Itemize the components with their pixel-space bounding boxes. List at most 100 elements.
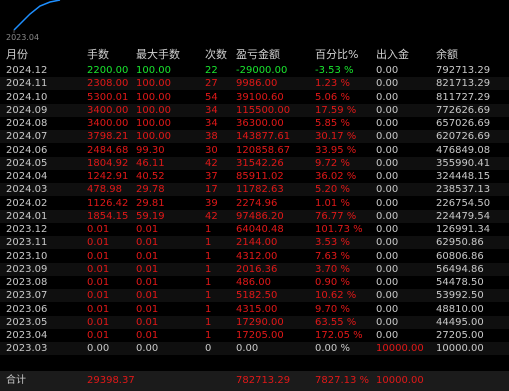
row-percent: 1.01 % [315, 197, 350, 209]
header-month[interactable]: 月份 [6, 47, 28, 63]
row-deposit-withdraw: 0.00 [376, 91, 399, 103]
row-trade-count: 42 [205, 157, 218, 169]
row-lots: 1804.92 [87, 157, 129, 169]
row-deposit-withdraw: 0.00 [376, 263, 399, 275]
row-trade-count: 1 [205, 316, 212, 328]
row-trade-count: 1 [205, 290, 212, 302]
table-row[interactable]: 2024.12 2200.00 100.00 22 -29000.00 -3.53 % 0.… [0, 64, 509, 77]
table-row[interactable]: 2024.01 1854.15 59.19 42 97486.20 76.77 % 0.00… [0, 209, 509, 223]
table-row[interactable]: 2024.06 2484.68 99.30 30 120858.67 33.95 % 0.0… [0, 144, 509, 157]
row-max-lots: 100.00 [136, 104, 171, 116]
row-percent: 1.23 % [315, 78, 350, 90]
table-row[interactable]: 2024.11 2308.00 100.00 27 9986.00 1.23 % 0.00 8… [0, 77, 509, 91]
row-pnl: 2016.36 [236, 263, 278, 275]
header-percent[interactable]: 百分比% [315, 47, 358, 63]
row-percent: 5.85 % [315, 118, 350, 129]
row-trade-count: 27 [205, 78, 218, 90]
row-balance: 821713.29 [436, 78, 491, 90]
header-max-lots[interactable]: 最大手数 [136, 47, 180, 63]
row-lots: 1242.91 [87, 171, 129, 182]
row-month: 2023.03 [6, 343, 48, 355]
header-lots[interactable]: 手数 [87, 47, 109, 63]
row-balance: 54478.50 [436, 277, 484, 288]
row-deposit-withdraw: 0.00 [376, 277, 399, 288]
table-row[interactable]: 2023.03 0.00 0.00 0 0.00 0.00 % 10000.00 10000.… [0, 342, 509, 356]
row-trade-count: 42 [205, 210, 218, 222]
total-deposit-withdraw: 10000.00 [376, 375, 424, 386]
row-max-lots: 100.00 [136, 65, 171, 76]
header-deposit-withdraw[interactable]: 出入金 [376, 47, 409, 63]
table-header: 月份 手数 最大手数 次数 盈亏金额 百分比% 出入金 余额 [0, 47, 509, 63]
table-row[interactable]: 2024.07 3798.21 100.00 38 143877.61 30.17 % 0.… [0, 130, 509, 144]
row-lots: 0.01 [87, 303, 110, 315]
row-balance: 226754.50 [436, 197, 491, 209]
row-max-lots: 0.01 [136, 277, 159, 288]
row-balance: 620726.69 [436, 131, 491, 143]
table-row[interactable]: 2024.09 3400.00 100.00 34 115500.00 17.59 % 0.… [0, 103, 509, 117]
row-lots: 3798.21 [87, 131, 129, 143]
row-pnl: 64040.48 [236, 224, 284, 235]
row-month: 2024.10 [6, 91, 48, 103]
table-row[interactable]: 2023.09 0.01 0.01 1 2016.36 3.70 % 0.00 56494.8… [0, 262, 509, 276]
table-row[interactable]: 2023.04 0.01 0.01 1 17205.00 172.05 % 0.00 2720… [0, 329, 509, 342]
table-row[interactable]: 2023.10 0.01 0.01 1 4312.00 7.63 % 0.00 60806.8… [0, 250, 509, 263]
row-pnl: 17205.00 [236, 330, 284, 341]
row-deposit-withdraw: 0.00 [376, 250, 399, 262]
row-lots: 2200.00 [87, 65, 129, 76]
row-month: 2023.07 [6, 290, 48, 302]
row-lots: 1126.42 [87, 197, 129, 209]
table-row[interactable]: 2023.11 0.01 0.01 1 2144.00 3.53 % 0.00 62950.8… [0, 236, 509, 250]
row-percent: -3.53 % [315, 65, 354, 76]
row-lots: 1854.15 [87, 210, 129, 222]
table-row[interactable]: 2024.04 1242.91 40.52 37 85911.02 36.02 % 0.00… [0, 170, 509, 183]
table-row[interactable]: 2024.03 478.98 29.78 17 11782.63 5.20 % 0.00 23… [0, 183, 509, 197]
row-pnl: 120858.67 [236, 144, 291, 156]
row-lots: 5300.01 [87, 91, 129, 103]
table-row[interactable]: 2024.02 1126.42 29.81 39 2274.96 1.01 % 0.00 22… [0, 197, 509, 210]
row-percent: 5.06 % [315, 91, 350, 103]
table-row[interactable]: 2024.08 3400.00 100.00 34 36300.00 5.85 % 0.00… [0, 117, 509, 130]
row-lots: 0.01 [87, 250, 110, 262]
row-trade-count: 22 [205, 65, 218, 76]
row-deposit-withdraw: 0.00 [376, 224, 399, 235]
table-row[interactable]: 2023.12 0.01 0.01 1 64040.48 101.73 % 0.00 1269… [0, 223, 509, 236]
row-max-lots: 29.81 [136, 197, 165, 209]
row-lots: 0.00 [87, 343, 110, 355]
row-trade-count: 1 [205, 277, 212, 288]
table-row[interactable]: 2023.05 0.01 0.01 1 17290.00 63.55 % 0.00 44495… [0, 315, 509, 329]
row-balance: 53992.50 [436, 290, 484, 302]
row-pnl: 9986.00 [236, 78, 278, 90]
table-row[interactable]: 2024.05 1804.92 46.11 42 31542.26 9.72 % 0.00 3… [0, 156, 509, 170]
row-pnl: 5182.50 [236, 290, 278, 302]
row-pnl: 39100.60 [236, 91, 284, 103]
table-row[interactable]: 2023.06 0.01 0.01 1 4315.00 9.70 % 0.00 48810.0… [0, 303, 509, 316]
row-balance: 324448.15 [436, 171, 491, 182]
row-trade-count: 1 [205, 224, 212, 235]
header-trade-count[interactable]: 次数 [205, 47, 227, 63]
row-deposit-withdraw: 0.00 [376, 118, 399, 129]
row-trade-count: 1 [205, 330, 212, 341]
row-max-lots: 0.00 [136, 343, 159, 355]
row-balance: 60806.86 [436, 250, 484, 262]
row-month: 2023.08 [6, 277, 48, 288]
row-lots: 0.01 [87, 316, 110, 328]
equity-chart-strip: 2023.04 [0, 0, 509, 44]
row-pnl: 97486.20 [236, 210, 284, 222]
row-deposit-withdraw: 0.00 [376, 290, 399, 302]
row-percent: 9.72 % [315, 157, 350, 169]
row-pnl: 4312.00 [236, 250, 278, 262]
row-trade-count: 1 [205, 250, 212, 262]
equity-curve [13, 0, 61, 33]
table-row[interactable]: 2024.10 5300.01 100.00 54 39100.60 5.06 % 0.00… [0, 91, 509, 104]
table-row[interactable]: 2023.07 0.01 0.01 1 5182.50 10.62 % 0.00 53992.… [0, 289, 509, 303]
row-pnl: 85911.02 [236, 171, 284, 182]
header-pnl[interactable]: 盈亏金额 [236, 47, 280, 63]
row-max-lots: 99.30 [136, 144, 165, 156]
row-month: 2023.05 [6, 316, 48, 328]
table-row[interactable]: 2023.08 0.01 0.01 1 486.00 0.90 % 0.00 54478.50 [0, 276, 509, 289]
row-max-lots: 0.01 [136, 316, 159, 328]
header-balance[interactable]: 余额 [436, 47, 458, 63]
row-trade-count: 1 [205, 303, 212, 315]
row-max-lots: 0.01 [136, 237, 159, 249]
row-balance: 126991.34 [436, 224, 491, 235]
